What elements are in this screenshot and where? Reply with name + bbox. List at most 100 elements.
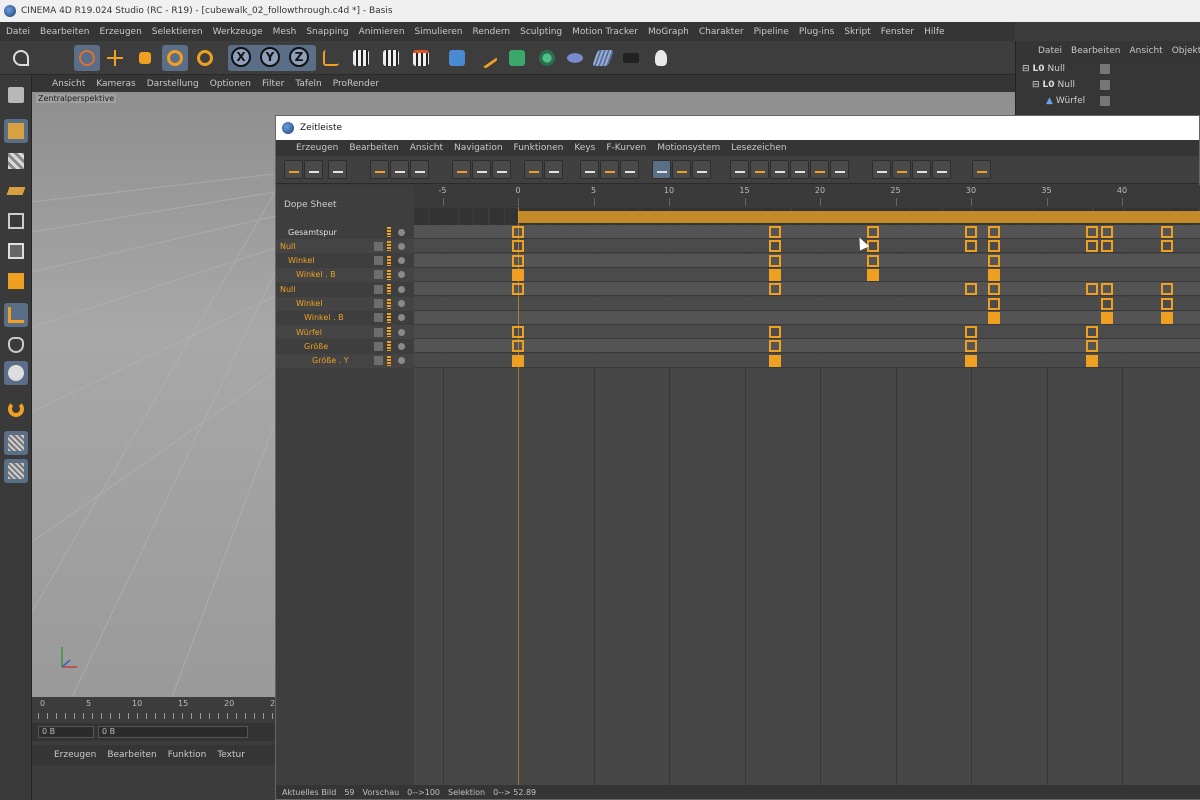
- frame-ruler[interactable]: -5 0 5 10 15 20 25 30 35 40: [414, 185, 1200, 207]
- rotate-tool-button[interactable]: [162, 45, 188, 71]
- timeline-menu-item-1[interactable]: Bearbeiten: [349, 143, 398, 153]
- material-menu-item-3[interactable]: Textur: [217, 750, 245, 760]
- track-row[interactable]: Würfel: [276, 325, 414, 340]
- keyframe[interactable]: [768, 340, 781, 353]
- viewport-menu-item-2[interactable]: Darstellung: [147, 79, 199, 89]
- axis-y-button[interactable]: Y: [260, 47, 280, 67]
- track-row[interactable]: Null: [276, 282, 414, 297]
- track-row[interactable]: Größe . Y: [276, 353, 414, 368]
- track-solo-dot[interactable]: [398, 328, 405, 336]
- timeline-tool-button-24[interactable]: [892, 160, 911, 179]
- menu-item-4[interactable]: Werkzeuge: [213, 27, 263, 37]
- workplane-lock-button[interactable]: [4, 431, 28, 455]
- timeline-tool-button-20[interactable]: [790, 160, 809, 179]
- axis-z-button[interactable]: Z: [289, 47, 309, 67]
- menu-item-16[interactable]: Skript: [844, 27, 870, 37]
- object-manager-menu-item-3[interactable]: Objekte: [1172, 46, 1200, 56]
- timeline-menu-item-8[interactable]: Lesezeichen: [731, 143, 786, 153]
- make-editable-button[interactable]: [4, 83, 28, 107]
- keyframe[interactable]: [866, 226, 879, 238]
- timeline-tool-button-14[interactable]: [652, 160, 671, 179]
- timeline-tool-button-1[interactable]: [304, 160, 323, 179]
- track-solo-dot[interactable]: [398, 271, 405, 279]
- track-enable-toggle[interactable]: [374, 327, 383, 337]
- keyframe[interactable]: [512, 240, 524, 253]
- pen-spline-button[interactable]: [474, 45, 500, 71]
- timeline-tool-button-7[interactable]: [472, 160, 491, 179]
- track-solo-dot[interactable]: [398, 242, 405, 250]
- cube-primitive-button[interactable]: [444, 45, 470, 71]
- track-enable-toggle[interactable]: [374, 299, 383, 308]
- track-row[interactable]: Größe: [276, 339, 414, 354]
- timeline-menu-item-2[interactable]: Ansicht: [410, 143, 443, 153]
- keyframe[interactable]: [512, 354, 524, 367]
- menu-item-18[interactable]: Hilfe: [924, 27, 944, 37]
- timeline-titlebar[interactable]: Zeitleiste: [276, 116, 1199, 140]
- menu-item-6[interactable]: Snapping: [306, 27, 348, 37]
- track-solo-dot[interactable]: [398, 357, 405, 365]
- model-mode-button[interactable]: [4, 119, 28, 143]
- menu-item-0[interactable]: Datei: [6, 27, 30, 37]
- timeline-tool-button-26[interactable]: [932, 160, 951, 179]
- track-solo-dot[interactable]: [398, 228, 405, 236]
- timeline-menu-item-0[interactable]: Erzeugen: [296, 143, 338, 153]
- track-solo-dot[interactable]: [398, 300, 405, 307]
- timeline-tool-button-23[interactable]: [872, 160, 891, 179]
- keyframe[interactable]: [1100, 297, 1113, 310]
- keyframe[interactable]: [987, 297, 1000, 310]
- workplane-align-button[interactable]: [4, 459, 28, 483]
- keyframe[interactable]: [1085, 283, 1098, 296]
- track-row[interactable]: Gesamtspur: [276, 225, 414, 239]
- keyframe[interactable]: [987, 254, 1000, 267]
- timeline-tool-button-0[interactable]: [284, 160, 303, 179]
- track-enable-toggle[interactable]: [374, 241, 383, 251]
- subdivision-surface-button[interactable]: [504, 45, 530, 71]
- dope-track-row[interactable]: [414, 296, 1200, 311]
- keyframe[interactable]: [1161, 297, 1174, 310]
- keyframe[interactable]: [512, 326, 524, 339]
- keyframe[interactable]: [987, 226, 1000, 238]
- menu-item-17[interactable]: Fenster: [881, 27, 914, 37]
- recent-tool-button[interactable]: [192, 45, 218, 71]
- object-row-null-1[interactable]: ⊟ L0 Null: [1016, 61, 1200, 77]
- track-row[interactable]: Winkel: [276, 253, 414, 268]
- keyframe[interactable]: [965, 340, 977, 353]
- texture-mode-button[interactable]: [4, 149, 28, 173]
- keyframe[interactable]: [768, 268, 781, 281]
- keyframe[interactable]: [965, 283, 977, 296]
- keyframe[interactable]: [512, 283, 524, 296]
- timeline-tool-button-6[interactable]: [452, 160, 471, 179]
- viewport-menu-item-0[interactable]: Ansicht: [52, 79, 85, 89]
- menu-item-12[interactable]: MoGraph: [648, 27, 689, 37]
- viewport-menu-item-3[interactable]: Optionen: [210, 79, 251, 89]
- timeline-tool-button-3[interactable]: [370, 160, 389, 179]
- track-enable-toggle[interactable]: [374, 341, 383, 351]
- material-menu-item-1[interactable]: Bearbeiten: [107, 750, 156, 760]
- visibility-toggle[interactable]: [1100, 96, 1110, 106]
- track-solo-dot[interactable]: [398, 342, 405, 350]
- timeline-tool-button-21[interactable]: [810, 160, 829, 179]
- keyframe[interactable]: [965, 354, 977, 367]
- menu-item-5[interactable]: Mesh: [273, 27, 297, 37]
- keyframe[interactable]: [987, 283, 1000, 296]
- track-row[interactable]: Null: [276, 239, 414, 254]
- dope-track-row[interactable]: [414, 310, 1200, 325]
- mograph-cloner-button[interactable]: [534, 45, 560, 71]
- timeline-tool-button-25[interactable]: [912, 160, 931, 179]
- coordinate-system-button[interactable]: [318, 45, 344, 71]
- menu-item-11[interactable]: Motion Tracker: [572, 27, 638, 37]
- timeline-tool-button-2[interactable]: [328, 160, 347, 179]
- summary-track-bar[interactable]: [518, 211, 1200, 223]
- object-row-null-2[interactable]: ⊟ L0 Null: [1016, 77, 1200, 93]
- menu-item-10[interactable]: Sculpting: [520, 27, 562, 37]
- keyframe[interactable]: [1085, 240, 1098, 253]
- keyframe[interactable]: [1100, 311, 1113, 324]
- menu-item-1[interactable]: Bearbeiten: [40, 27, 89, 37]
- track-enable-toggle[interactable]: [374, 256, 383, 266]
- keyframe[interactable]: [1100, 240, 1113, 253]
- tweak-mode-button[interactable]: [4, 333, 28, 357]
- keyframe[interactable]: [768, 240, 781, 253]
- keyframe[interactable]: [1085, 226, 1098, 238]
- object-manager-menu-item-2[interactable]: Ansicht: [1129, 46, 1162, 56]
- dope-track-row[interactable]: [414, 325, 1200, 340]
